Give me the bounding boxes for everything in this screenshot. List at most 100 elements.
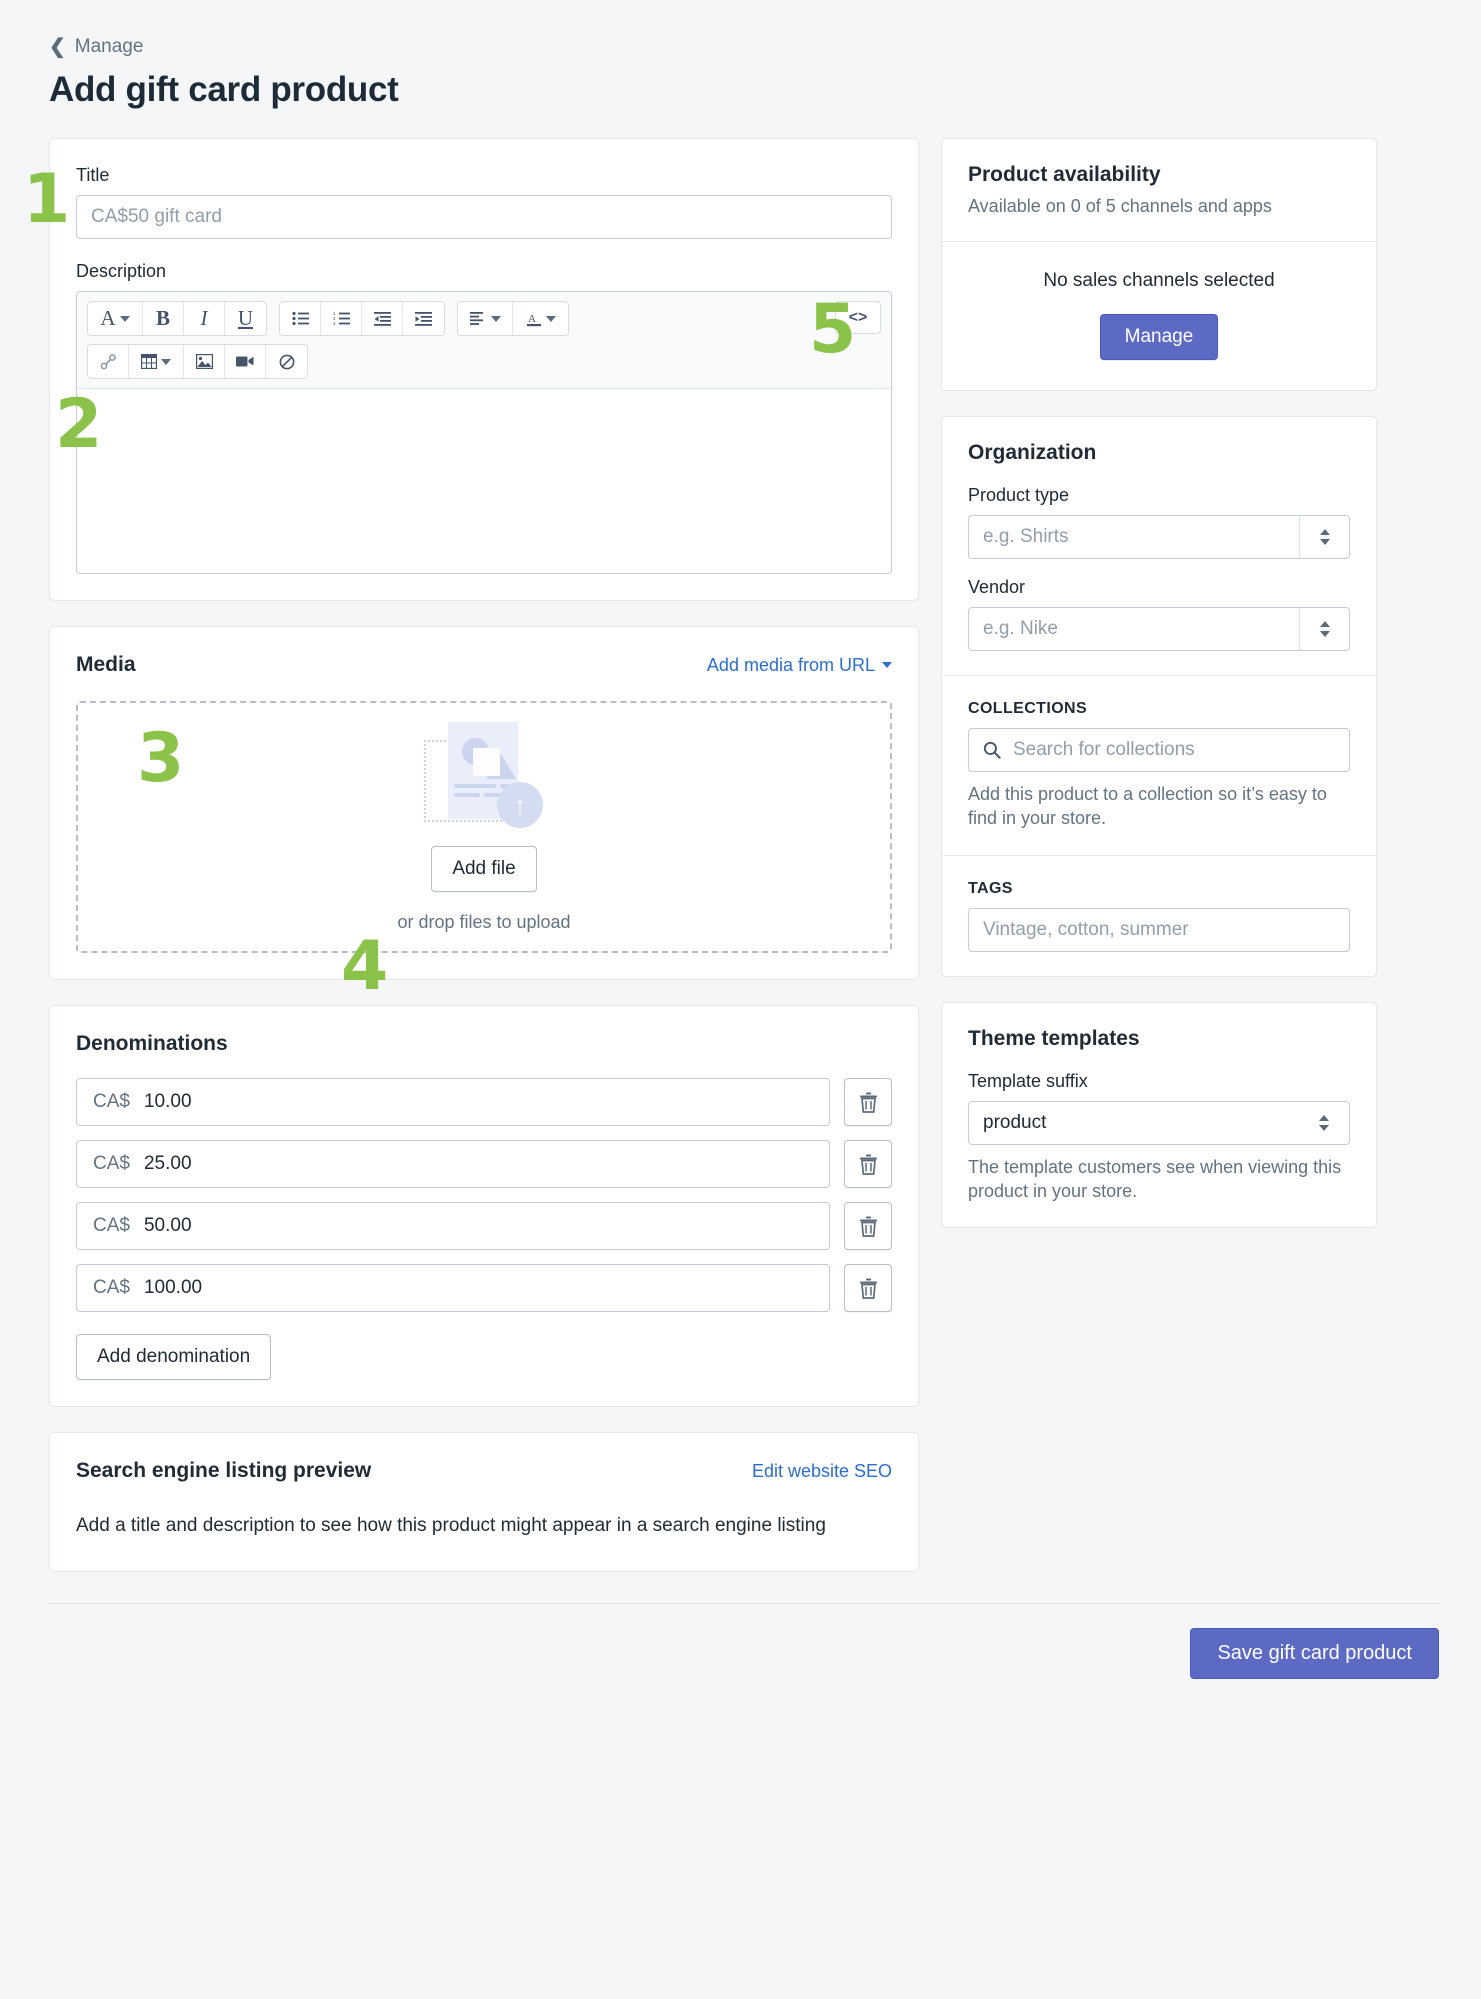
template-suffix-select[interactable]: product <box>968 1100 1350 1145</box>
vendor-select[interactable]: e.g. Nike <box>968 607 1350 651</box>
tags-input[interactable] <box>968 907 1350 952</box>
media-dropzone[interactable]: ↑ Add file or drop files to upload <box>76 701 892 953</box>
availability-title: Product availability <box>968 163 1161 186</box>
currency-prefix: CA$ <box>93 1215 130 1236</box>
trash-icon <box>859 1278 877 1299</box>
collections-search-input[interactable]: Search for collections <box>968 728 1350 772</box>
breadcrumb-label: Manage <box>74 36 144 57</box>
availability-header: Product availability Available on 0 of 5… <box>942 139 1376 241</box>
currency-prefix: CA$ <box>93 1091 130 1112</box>
seo-preview-card: Search engine listing preview Edit websi… <box>49 1432 919 1572</box>
editor-toolbar-row-1: A B I U 1 2 3 A <box>87 301 569 336</box>
editor-toolbar: A B I U 1 2 3 A <> <box>77 292 891 388</box>
stepper-icon[interactable] <box>1299 1102 1349 1144</box>
product-type-select[interactable]: e.g. Shirts <box>968 515 1350 559</box>
delete-denomination-button[interactable] <box>844 1078 892 1126</box>
organization-title: Organization <box>968 441 1097 464</box>
stepper-icon[interactable] <box>1299 516 1349 558</box>
underline-icon[interactable]: U <box>225 302 266 335</box>
product-type-label: Product type <box>968 485 1070 505</box>
font-family-icon[interactable]: A <box>88 302 143 335</box>
sidebar-column: Product availability Available on 0 of 5… <box>941 138 1377 1253</box>
numbered-list-icon[interactable]: 123 <box>321 302 362 335</box>
denomination-input[interactable]: CA$ 10.00 <box>76 1078 830 1126</box>
description-textarea[interactable] <box>77 388 891 573</box>
denomination-amount: 25.00 <box>143 1153 192 1174</box>
manage-channels-button[interactable]: Manage <box>1099 314 1219 360</box>
italic-icon[interactable]: I <box>184 302 225 335</box>
chevron-down-icon <box>545 315 556 322</box>
delete-denomination-button[interactable] <box>844 1140 892 1188</box>
vendor-label: Vendor <box>968 577 1026 597</box>
main-column: Title Description A B I <box>49 138 919 1597</box>
svg-text:3: 3 <box>333 321 336 326</box>
organization-fields: Organization Product type e.g. Shirts Ve… <box>942 417 1376 675</box>
add-media-from-url-link[interactable]: Add media from URL <box>707 655 892 676</box>
description-editor: A B I U 1 2 3 A <> <box>76 291 892 574</box>
bold-icon[interactable]: B <box>143 302 184 335</box>
annotation-badge-1: 1 <box>23 160 71 239</box>
edit-website-seo-link[interactable]: Edit website SEO <box>752 1461 892 1482</box>
title-label: Title <box>76 165 110 185</box>
denomination-input[interactable]: CA$ 25.00 <box>76 1140 830 1188</box>
add-denomination-button[interactable]: Add denomination <box>76 1334 272 1380</box>
availability-empty-state: No sales channels selected Manage <box>942 242 1376 390</box>
link-icon[interactable] <box>88 345 129 378</box>
chevron-down-icon <box>490 315 501 322</box>
denomination-input[interactable]: CA$ 100.00 <box>76 1264 830 1312</box>
indent-icon[interactable] <box>403 302 444 335</box>
trash-icon <box>859 1216 877 1237</box>
collections-placeholder: Search for collections <box>1013 739 1195 760</box>
vendor-value: e.g. Nike <box>983 618 1058 639</box>
page-title: Add gift card product <box>49 70 399 109</box>
currency-prefix: CA$ <box>93 1277 130 1298</box>
no-channels-text: No sales channels selected <box>1043 270 1275 291</box>
clear-formatting-icon[interactable] <box>266 345 307 378</box>
delete-denomination-button[interactable] <box>844 1264 892 1312</box>
theme-templates-body: Theme templates Template suffix product … <box>942 1003 1376 1228</box>
denomination-amount: 10.00 <box>143 1091 192 1112</box>
theme-templates-card: Theme templates Template suffix product … <box>941 1001 1377 1229</box>
annotation-badge-3: 3 <box>137 719 185 798</box>
save-gift-card-product-button[interactable]: Save gift card product <box>1190 1628 1439 1679</box>
denomination-row: CA$ 50.00 <box>76 1202 892 1250</box>
upload-image-icon: ↑ <box>424 721 544 830</box>
stepper-icon[interactable] <box>1299 608 1349 650</box>
chevron-down-icon <box>161 358 171 365</box>
drop-files-hint: or drop files to upload <box>397 911 571 932</box>
denomination-input[interactable]: CA$ 50.00 <box>76 1202 830 1250</box>
description-label: Description <box>76 261 167 281</box>
breadcrumb[interactable]: ❮ Manage <box>49 36 1439 58</box>
currency-prefix: CA$ <box>93 1153 130 1174</box>
text-color-icon[interactable]: A <box>513 302 568 335</box>
collections-section: COLLECTIONS Search for collections Add t… <box>942 676 1376 855</box>
denomination-amount: 50.00 <box>143 1215 192 1236</box>
template-suffix-value: product <box>983 1111 1047 1133</box>
svg-text:A: A <box>528 313 536 325</box>
page-frame: ❮ Manage Add gift card product Title Des… <box>9 8 1472 1991</box>
bulleted-list-icon[interactable] <box>280 302 321 335</box>
delete-denomination-button[interactable] <box>844 1202 892 1250</box>
seo-title: Search engine listing preview <box>76 1459 372 1482</box>
denominations-title: Denominations <box>76 1032 228 1055</box>
outdent-icon[interactable] <box>362 302 403 335</box>
align-icon[interactable] <box>458 302 513 335</box>
two-column-layout: Title Description A B I <box>49 138 1439 1597</box>
editor-toolbar-row-2 <box>87 344 569 379</box>
denomination-row: CA$ 10.00 <box>76 1078 892 1126</box>
collections-label: COLLECTIONS <box>968 700 1088 717</box>
page-footer: Save gift card product <box>49 1603 1439 1679</box>
table-icon[interactable] <box>129 345 184 378</box>
denomination-row: CA$ 100.00 <box>76 1264 892 1312</box>
template-suffix-label: Template suffix <box>968 1070 1088 1091</box>
media-card: Media Add media from URL ↑ Add file or d… <box>49 626 919 980</box>
collections-help-text: Add this product to a collection so it’s… <box>968 784 1327 829</box>
chevron-left-icon: ❮ <box>49 36 66 58</box>
denomination-amount: 100.00 <box>143 1277 203 1298</box>
image-icon[interactable] <box>184 345 225 378</box>
trash-icon <box>859 1092 877 1113</box>
title-input[interactable] <box>76 195 892 239</box>
video-icon[interactable] <box>225 345 266 378</box>
add-file-button[interactable]: Add file <box>431 845 537 892</box>
trash-icon <box>859 1154 877 1175</box>
